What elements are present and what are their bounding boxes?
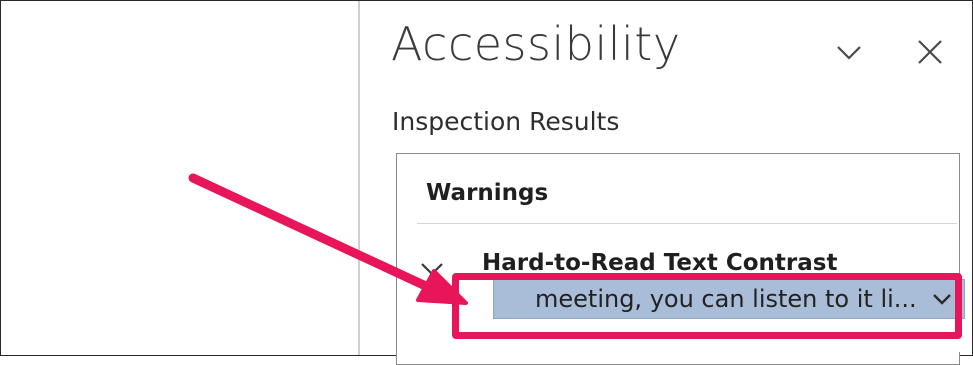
group-expand-toggle[interactable] — [419, 259, 445, 279]
pane-close-button[interactable] — [913, 35, 947, 69]
item-dropdown-button[interactable] — [931, 289, 953, 309]
close-icon — [918, 40, 942, 64]
chevron-down-icon — [933, 294, 951, 305]
heading-divider — [417, 223, 957, 224]
accessibility-pane: Accessibility Inspection Results Warning… — [360, 1, 972, 365]
inspection-results-label: Inspection Results — [392, 107, 620, 136]
pane-options-button[interactable] — [832, 35, 866, 69]
selected-warning-text: meeting, you can listen to it li... — [535, 285, 917, 313]
screenshot-frame: Accessibility Inspection Results Warning… — [0, 0, 973, 365]
next-warning-item[interactable] — [493, 322, 965, 352]
pane-title: Accessibility — [391, 17, 681, 71]
inspection-results-list: Warnings Hard-to-Read Text Contrast meet… — [396, 153, 965, 365]
chevron-down-icon — [421, 263, 443, 276]
document-area — [1, 1, 358, 355]
chevron-down-icon — [837, 46, 861, 60]
warning-group-label[interactable]: Hard-to-Read Text Contrast — [482, 250, 837, 276]
warnings-heading: Warnings — [426, 180, 549, 206]
selected-warning-item[interactable]: meeting, you can listen to it li... — [493, 279, 965, 319]
